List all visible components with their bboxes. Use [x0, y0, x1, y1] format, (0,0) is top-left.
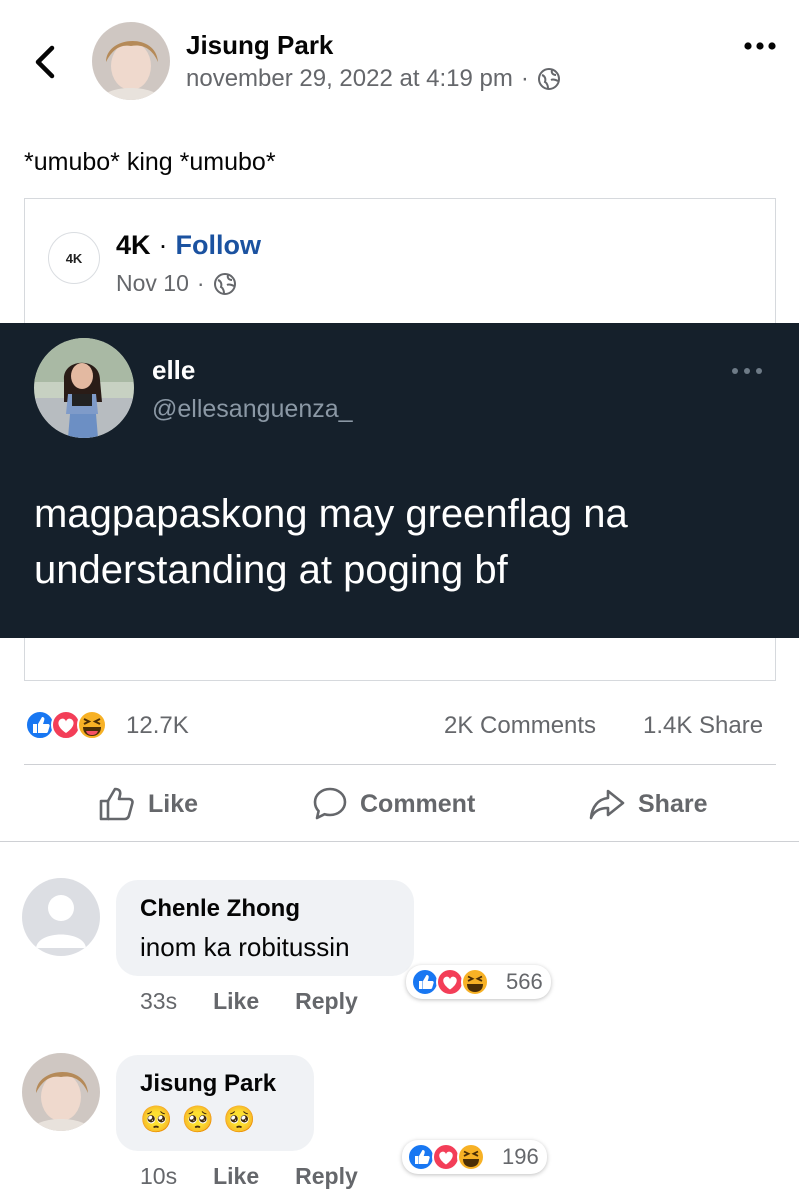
globe-icon	[537, 68, 560, 90]
comment-author[interactable]: Jisung Park	[140, 1070, 276, 1098]
comment-button[interactable]: Comment	[312, 784, 475, 824]
author-name[interactable]: Jisung Park	[186, 30, 333, 61]
comment-reactions[interactable]: 196	[402, 1140, 547, 1174]
share-arrow-icon	[589, 789, 625, 820]
comment-text: inom ka robitussin	[140, 932, 350, 962]
tweet-avatar	[34, 338, 134, 438]
haha-reaction-icon	[77, 710, 107, 740]
globe-icon	[213, 272, 236, 295]
page-name[interactable]: 4K	[116, 230, 151, 261]
comment-reactions[interactable]: 566	[406, 965, 551, 999]
comment-text: 🥺 🥺 🥺	[140, 1104, 257, 1134]
commenter-avatar[interactable]	[22, 878, 100, 956]
reaction-icons	[407, 1143, 485, 1171]
like-label: Like	[148, 789, 199, 818]
shared-post-date[interactable]: Nov 10	[116, 270, 189, 297]
divider	[0, 841, 799, 842]
like-button[interactable]: Like	[98, 784, 198, 824]
share-button[interactable]: Share	[588, 784, 707, 824]
more-horizontal-icon	[732, 368, 762, 374]
post-text: *umubo* king *umubo*	[24, 148, 276, 176]
shares-count[interactable]: 1.4K Share	[643, 712, 763, 740]
tweet-text: magpapaskong may greenflag na understand…	[34, 492, 628, 592]
comment-time[interactable]: 10s	[140, 1163, 177, 1190]
comment-reaction-count: 566	[506, 969, 543, 994]
comment-reply-button[interactable]: Reply	[295, 988, 358, 1015]
love-reaction-icon	[51, 710, 81, 740]
comment-reply-button[interactable]: Reply	[295, 1163, 358, 1190]
comment-like-button[interactable]: Like	[213, 1163, 259, 1190]
reaction-icons	[411, 968, 489, 996]
comment-time[interactable]: 33s	[140, 988, 177, 1015]
comment-like-button[interactable]: Like	[213, 988, 259, 1015]
divider	[24, 764, 776, 765]
comment-label: Comment	[360, 789, 476, 818]
meta-separator: ·	[520, 65, 529, 92]
tweet-handle: @ellesanguenza_	[152, 395, 353, 423]
shared-meta-separator: ·	[196, 270, 205, 296]
comment-meta: 10s Like Reply	[140, 1163, 358, 1190]
page-name-row: 4K · Follow	[116, 230, 261, 261]
share-label: Share	[638, 789, 708, 818]
back-chevron-icon[interactable]	[28, 42, 62, 82]
comment-bubble-icon	[313, 787, 347, 820]
post-timestamp[interactable]: november 29, 2022 at 4:19 pm	[186, 65, 513, 93]
page-separator: ·	[158, 230, 168, 260]
shared-post-meta: Nov 10 ·	[116, 270, 237, 297]
tweet-display-name: elle	[152, 355, 196, 385]
thumbs-up-icon	[99, 787, 134, 821]
comment-reaction-count: 196	[502, 1144, 539, 1169]
reaction-count[interactable]: 12.7K	[126, 712, 189, 740]
commenter-avatar[interactable]	[22, 1053, 100, 1131]
reaction-icons[interactable]	[24, 708, 118, 742]
like-reaction-icon	[25, 710, 55, 740]
comment-meta: 33s Like Reply	[140, 988, 358, 1015]
author-avatar[interactable]	[92, 22, 170, 100]
follow-button[interactable]: Follow	[176, 230, 261, 261]
comment-author[interactable]: Chenle Zhong	[140, 895, 300, 923]
comments-count[interactable]: 2K Comments	[444, 712, 596, 740]
more-options-icon[interactable]	[742, 36, 778, 56]
post-meta: november 29, 2022 at 4:19 pm ·	[186, 65, 561, 93]
page-logo[interactable]: 4K	[48, 232, 100, 284]
